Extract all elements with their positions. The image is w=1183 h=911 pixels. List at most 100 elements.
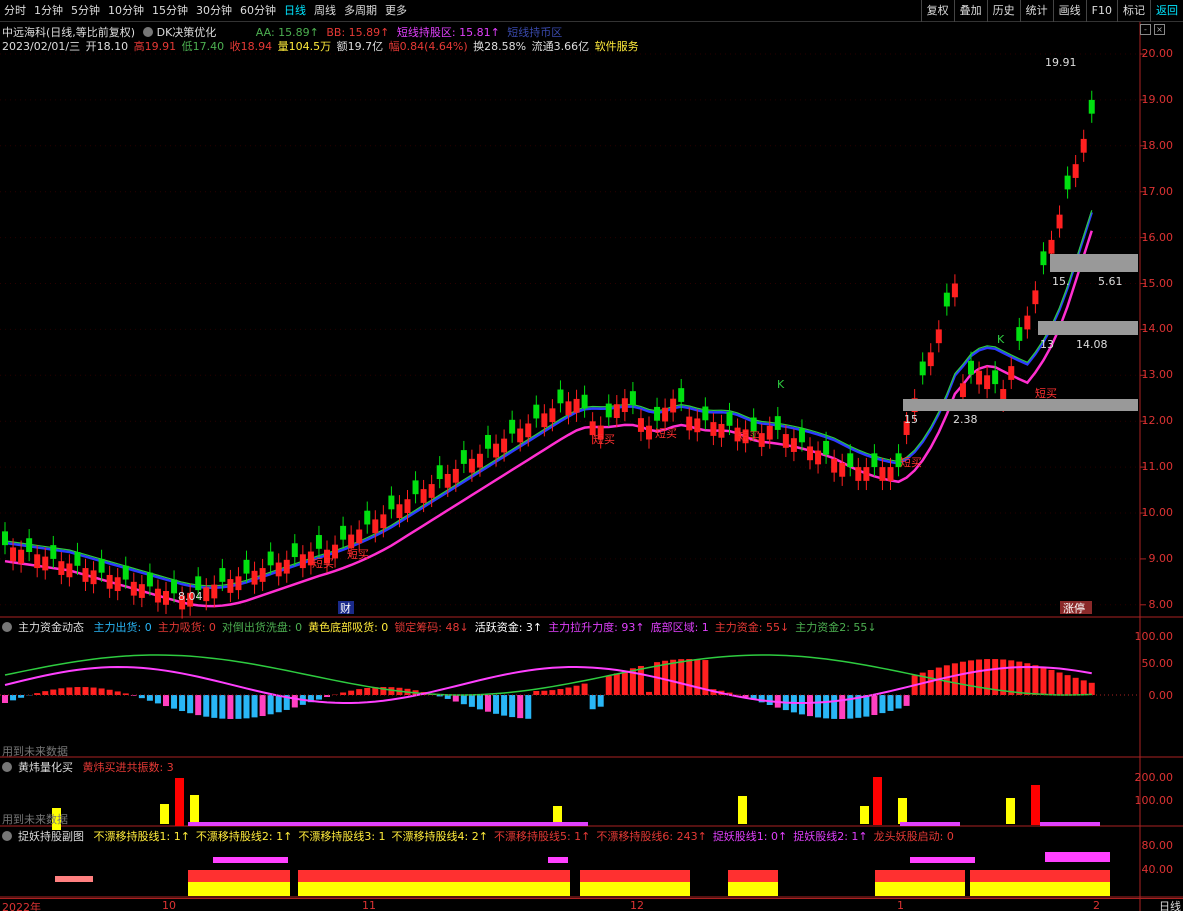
candle-body — [782, 434, 789, 448]
low: 低17.40 — [181, 40, 225, 53]
price-tick: 14.00 — [1141, 322, 1174, 336]
minimize-icon[interactable]: - — [1140, 24, 1151, 35]
price-tick: 8.00 — [1148, 597, 1174, 611]
panel3-band — [432, 870, 570, 882]
panel1-bar — [637, 665, 644, 695]
panel1-bar — [1000, 659, 1007, 695]
panel3-band — [910, 857, 975, 863]
panel3-item-0: 不漂移持股线1: 1↑ — [93, 830, 190, 843]
panel1-bar — [154, 695, 161, 704]
candle-body — [227, 579, 234, 593]
panel2-bar — [1031, 785, 1040, 825]
price-tick: 17.00 — [1141, 184, 1174, 198]
panel3-band — [1045, 852, 1110, 862]
panel1-bar — [267, 695, 274, 715]
candle-body — [460, 450, 467, 464]
date-tick: 2 — [1093, 899, 1100, 911]
panel1-title[interactable]: 主力资金动态 — [18, 621, 84, 634]
panel1-bar — [959, 661, 966, 695]
panel1-bar — [171, 695, 178, 709]
panel3-title[interactable]: 捉妖持股副图 — [18, 830, 84, 843]
panel1-bar — [2, 695, 8, 703]
panel2-title[interactable]: 黄炜量化买 — [18, 761, 73, 774]
candle-body — [219, 568, 226, 582]
turnover: 换28.58% — [473, 40, 527, 53]
candle-body — [66, 563, 73, 578]
candle-body — [847, 453, 854, 468]
candle-body — [122, 565, 129, 580]
panel2-bar — [898, 798, 907, 824]
panel1-bar — [50, 689, 57, 695]
candle-body — [428, 484, 435, 498]
zone-label: 15. — [1052, 275, 1070, 288]
candle-body — [26, 538, 33, 553]
candle-body — [291, 543, 298, 558]
candle-body — [726, 412, 733, 426]
panel1-bar — [468, 695, 475, 707]
panel1-axis-tick: 100.00 — [1134, 630, 1174, 643]
panel3-axis-tick: 40.00 — [1141, 863, 1174, 876]
candle-body — [275, 562, 282, 577]
panel1-bar — [251, 695, 258, 718]
close-icon[interactable]: × — [1154, 24, 1165, 35]
panel3-toggle-icon[interactable] — [2, 831, 12, 841]
panel3-item-7: 捉妖股线2: 1↑ — [793, 830, 868, 843]
candle-body — [807, 446, 813, 461]
price-tick: 12.00 — [1141, 414, 1174, 428]
panel1-bar — [621, 670, 628, 695]
price-tick: 15.00 — [1141, 276, 1174, 290]
candle-body — [18, 549, 25, 564]
panel2-bar — [553, 806, 562, 824]
price-tick: 19.00 — [1141, 92, 1174, 106]
k-marker: K — [777, 378, 785, 391]
panel2-item-0: 黄炜买进共振数: 3 — [82, 761, 174, 774]
panel1-item-5: 活跃资金: 3↑ — [474, 621, 543, 634]
zone-label: 5.61 — [1098, 275, 1123, 288]
panel2-bar — [175, 778, 184, 826]
panel1-item-8: 主力资金: 55↓ — [714, 621, 790, 634]
candle-body — [356, 529, 363, 544]
panel1-bar — [670, 659, 677, 695]
candle-body — [444, 473, 451, 488]
panel1-bar — [315, 695, 322, 700]
panel1-bar — [517, 695, 524, 719]
panel1-bar — [195, 695, 202, 716]
panel1-bar — [597, 695, 604, 707]
panel1-toggle-icon[interactable] — [2, 622, 12, 632]
price-tick: 20.00 — [1141, 47, 1174, 60]
candle-body — [549, 408, 556, 423]
candle-body — [815, 450, 822, 465]
candle-body — [211, 584, 218, 599]
panel3-item-4: 不漂移持股线5: 1↑ — [493, 830, 591, 843]
candle-body — [251, 570, 258, 585]
panel1-bar — [903, 695, 910, 706]
candle-body — [259, 568, 266, 582]
indicator-toggle-icon[interactable] — [142, 27, 153, 37]
panel1-bar — [364, 687, 371, 695]
panel1-bar — [460, 695, 467, 705]
panel3-band — [213, 857, 288, 863]
candle-body — [557, 389, 564, 404]
panel3-band — [875, 882, 965, 896]
panel1-bar — [1032, 665, 1039, 695]
panel3-band — [298, 870, 432, 882]
panel1-bar — [1040, 667, 1047, 695]
panel2-toggle-icon[interactable] — [2, 762, 12, 772]
candle-body — [541, 413, 548, 428]
candle-body — [992, 370, 999, 385]
candle-body — [976, 370, 983, 385]
candle-body — [855, 467, 862, 481]
panel3-band — [580, 870, 690, 882]
panel3-item-1: 不漂移持股线2: 1↑ — [195, 830, 293, 843]
candle-body — [613, 404, 620, 418]
panel3-band — [875, 870, 965, 882]
panel1-bar — [348, 690, 355, 695]
candle-body — [887, 467, 894, 481]
candle-body — [621, 398, 628, 413]
candle-body — [525, 423, 532, 438]
date: 2023/02/01/三 — [2, 40, 81, 53]
panel1-bar — [557, 689, 564, 695]
panel1-bar — [485, 695, 491, 712]
short-buy-signal: 短买 — [593, 432, 615, 446]
ohlc-header: 2023/02/01/三 开18.10 高19.91 低17.40 收18.94… — [2, 38, 643, 54]
